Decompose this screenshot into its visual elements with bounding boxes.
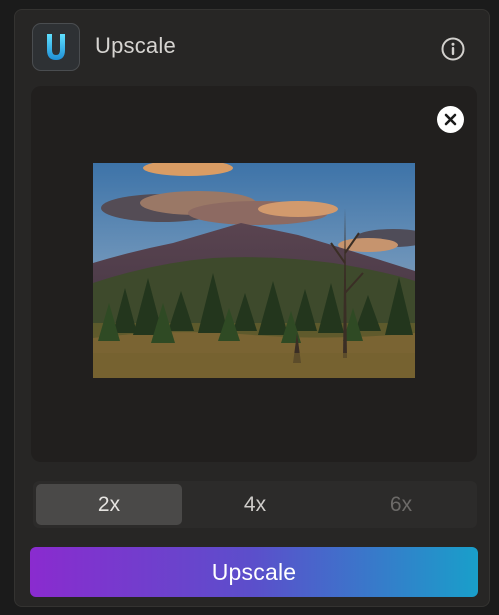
info-icon[interactable] xyxy=(441,37,465,61)
scale-option-6x: 6x xyxy=(389,492,413,516)
scale-option-2x[interactable]: 2x xyxy=(36,484,182,525)
panel-header: Upscale xyxy=(15,10,489,82)
preview-image xyxy=(93,163,415,378)
upscale-button[interactable]: Upscale xyxy=(30,547,478,597)
upscale-logo-icon xyxy=(32,23,80,71)
close-icon[interactable] xyxy=(437,106,464,133)
scale-factor-selector: 2x 4x 6x xyxy=(33,481,477,528)
panel-title: Upscale xyxy=(95,33,176,58)
scale-option-4x[interactable]: 4x xyxy=(182,484,328,525)
upscale-panel: Upscale 2x 4x 6x Upscale xyxy=(14,9,490,607)
image-preview-area xyxy=(31,86,477,462)
